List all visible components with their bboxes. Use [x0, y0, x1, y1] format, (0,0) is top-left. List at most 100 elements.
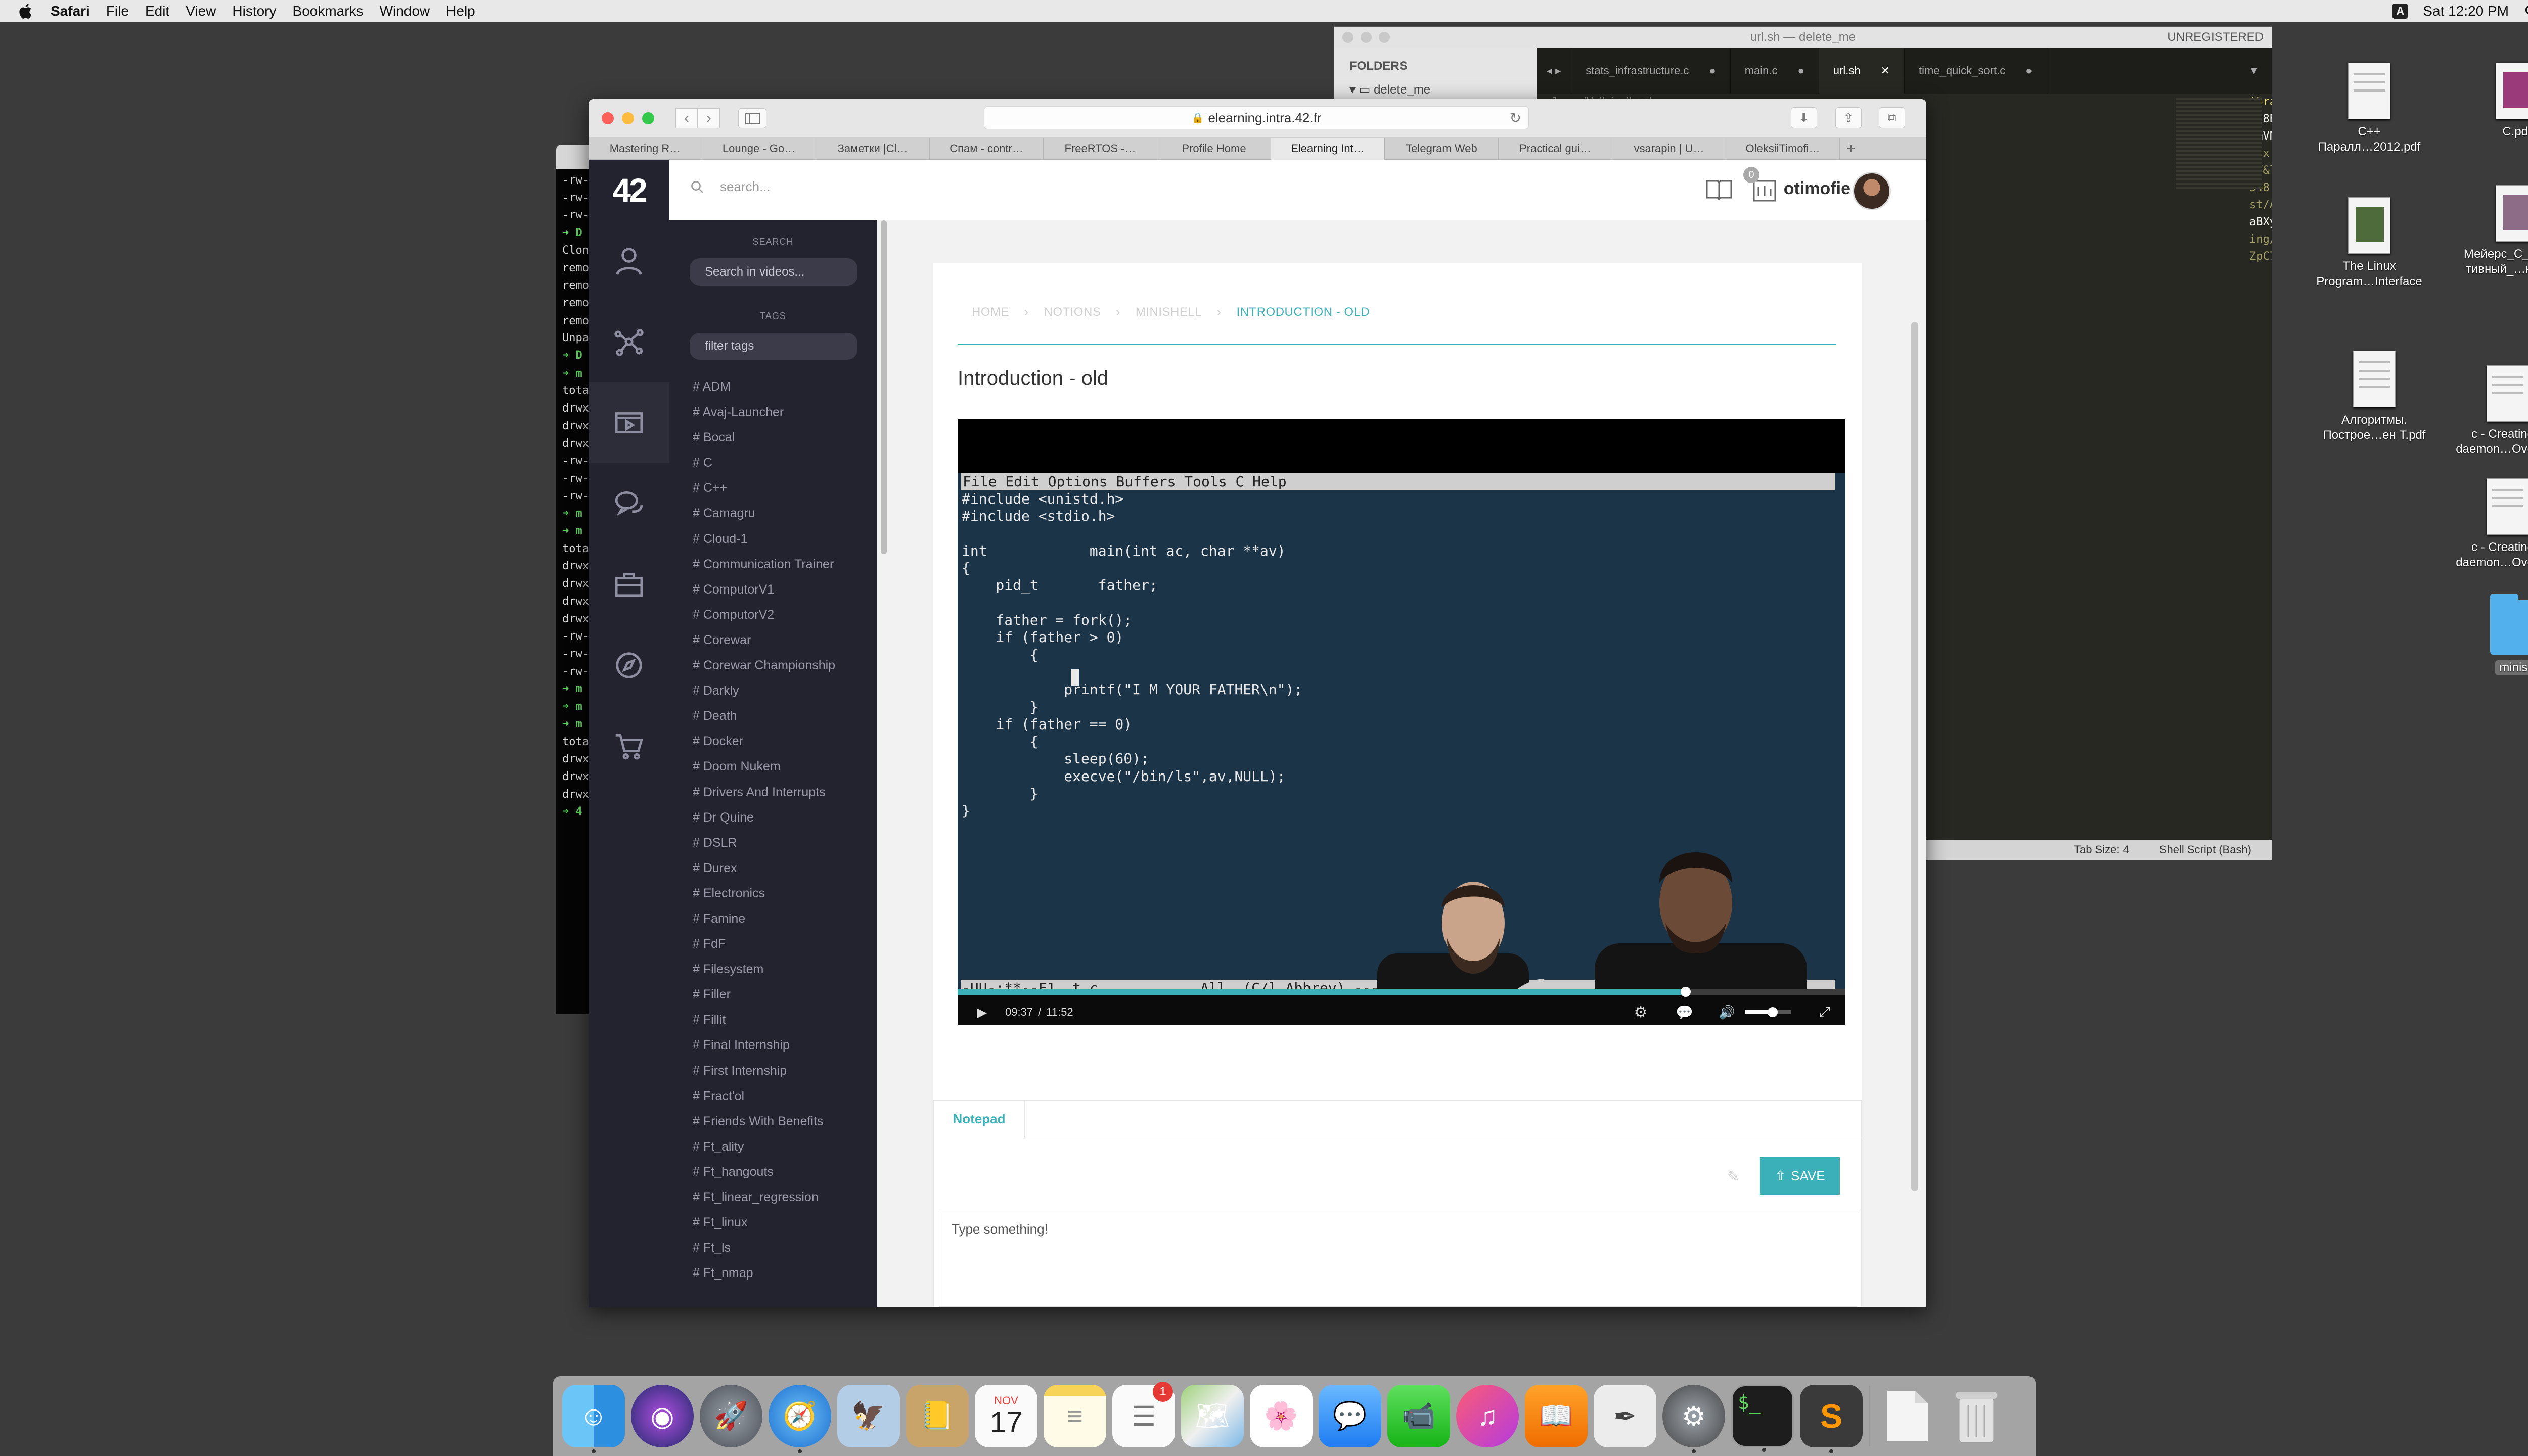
browser-tab[interactable]: OleksiiTimofi… [1726, 138, 1840, 160]
desktop-icon-pdf[interactable]: C.pdf [2456, 63, 2528, 140]
notepad-textarea[interactable]: Type something! [939, 1211, 1857, 1307]
tag-item[interactable]: # Cloud-1 [693, 526, 877, 552]
folder-item[interactable]: ▾ ▭ delete_me [1349, 82, 1537, 97]
volume-slider[interactable] [1745, 1007, 1791, 1017]
sublime-titlebar[interactable]: url.sh — delete_me UNREGISTERED [1334, 27, 2272, 48]
tag-item[interactable]: # Ft_ality [693, 1134, 877, 1159]
menu-bookmarks[interactable]: Bookmarks [293, 3, 364, 19]
tab-size[interactable]: Tab Size: 4 [2074, 843, 2129, 856]
dock-notebook[interactable]: 📒 [906, 1385, 969, 1447]
apple-menu-icon[interactable] [17, 2, 35, 20]
fullscreen-icon[interactable]: ⤢ [1819, 1004, 1830, 1021]
dock-reminders[interactable]: ☰ 1 [1112, 1382, 1175, 1447]
dock-finder[interactable]: ☺ [562, 1385, 625, 1453]
save-button[interactable]: ⇧ SAVE [1760, 1157, 1840, 1195]
dock-siri[interactable]: ◉ [631, 1385, 694, 1447]
nav-shop[interactable] [589, 706, 669, 787]
volume-icon[interactable]: 🔊 [1719, 1005, 1735, 1020]
close-tab-icon[interactable]: ✕ [1881, 64, 1890, 77]
tag-item[interactable]: # Fract'ol [693, 1083, 877, 1109]
nav-explore[interactable] [589, 625, 669, 706]
desktop-icon-pdf[interactable]: Мейерс_С_Эффек тивный_…ный.pdf [2456, 185, 2528, 277]
nav-elearning[interactable] [589, 382, 669, 463]
tag-item[interactable]: # Doom Nukem [693, 754, 877, 779]
filter-tags-input[interactable]: filter tags [690, 333, 857, 360]
menu-safari[interactable]: Safari [51, 3, 90, 19]
sublime-traffic-lights[interactable] [1342, 32, 1390, 43]
dock-calendar[interactable]: NOV 17 [975, 1385, 1037, 1447]
menu-view[interactable]: View [186, 3, 216, 19]
desktop-icon-webarchive[interactable]: c - Creating a daemon…Overflow [2447, 365, 2528, 457]
tag-item[interactable]: # Drivers And Interrupts [693, 780, 877, 805]
menu-history[interactable]: History [232, 3, 276, 19]
dock-trash[interactable] [1945, 1385, 2008, 1447]
tag-item[interactable]: # Ft_linear_regression [693, 1185, 877, 1210]
dock-maps[interactable]: 🗺 [1181, 1385, 1244, 1447]
user-login[interactable]: otimofie [1784, 179, 1850, 199]
tag-item[interactable]: # Friends With Benefits [693, 1109, 877, 1134]
tag-item[interactable]: # Dr Quine [693, 805, 877, 830]
browser-tab[interactable]: Mastering R… [589, 138, 702, 160]
dock-photos[interactable]: 🌸 [1250, 1385, 1313, 1447]
spotlight-icon[interactable] [2524, 4, 2528, 19]
tag-item[interactable]: # Filler [693, 982, 877, 1007]
site-search[interactable]: search... [690, 179, 771, 195]
book-icon[interactable] [1704, 175, 1734, 205]
tag-item[interactable]: # C++ [693, 475, 877, 500]
tab-dropdown-icon[interactable]: ▼ [2248, 64, 2260, 77]
tag-item[interactable]: # Communication Trainer [693, 552, 877, 577]
zoom-button[interactable] [1379, 32, 1390, 43]
nav-forum[interactable] [589, 463, 669, 544]
sublime-tab-active[interactable]: url.sh ✕ [1819, 48, 1905, 94]
dock-sublime[interactable]: S [1800, 1385, 1863, 1453]
menu-file[interactable]: File [106, 3, 129, 19]
tag-item[interactable]: # Filesystem [693, 957, 877, 982]
close-button[interactable] [1342, 32, 1353, 43]
browser-tab[interactable]: Telegram Web [1385, 138, 1499, 160]
play-icon[interactable]: ▶ [977, 1005, 987, 1020]
tag-item[interactable]: # Avaj-Launcher [693, 399, 877, 425]
desktop-icon-pdf[interactable]: The Linux Program…Interface [2309, 197, 2430, 289]
browser-tab[interactable]: Practical gui… [1499, 138, 1612, 160]
input-source-icon[interactable]: A [2392, 4, 2408, 19]
tag-item[interactable]: # Corewar [693, 627, 877, 653]
dock-document[interactable] [1876, 1385, 1939, 1447]
sublime-tab[interactable]: main.c ● [1731, 48, 1819, 94]
sidebar-toggle-button[interactable] [738, 108, 766, 128]
sublime-tab[interactable]: time_quick_sort.c ● [1905, 48, 2047, 94]
tag-item[interactable]: # Famine [693, 906, 877, 931]
browser-tab[interactable]: FreeRTOS -… [1044, 138, 1157, 160]
breadcrumb-notions[interactable]: NOTIONS [1044, 305, 1101, 320]
tag-item[interactable]: # Corewar Championship [693, 653, 877, 678]
tag-item[interactable]: # Ft_nmap [693, 1260, 877, 1286]
nav-companies[interactable] [589, 544, 669, 625]
dock-textedit[interactable]: ✒ [1594, 1385, 1656, 1447]
tag-item[interactable]: # Docker [693, 729, 877, 754]
tab-notepad[interactable]: Notepad [934, 1101, 1025, 1139]
forward-button[interactable]: › [698, 108, 720, 128]
dock-mail[interactable]: 🦅 [837, 1385, 900, 1447]
reload-icon[interactable]: ↻ [1510, 110, 1521, 126]
nav-projects[interactable] [589, 301, 669, 382]
tag-item[interactable]: # Darkly [693, 678, 877, 703]
tab-nav-arrows[interactable]: ◂ ▸ [1537, 48, 1572, 94]
tag-item[interactable]: # ADM [693, 374, 877, 399]
browser-tab[interactable]: Заметки |Cl… [816, 138, 930, 160]
safari-traffic-lights[interactable] [602, 112, 654, 124]
video-player[interactable]: File Edit Options Buffers Tools C Help #… [958, 419, 1845, 1025]
tag-item[interactable]: # Final Internship [693, 1032, 877, 1058]
tags-scrollbar[interactable] [881, 220, 887, 554]
dock-system-preferences[interactable]: ⚙ [1662, 1385, 1725, 1453]
tag-item[interactable]: # ComputorV1 [693, 577, 877, 602]
menu-help[interactable]: Help [446, 3, 475, 19]
menu-window[interactable]: Window [380, 3, 430, 19]
dock-messages[interactable]: 💬 [1319, 1385, 1381, 1447]
tag-item[interactable]: # C [693, 450, 877, 475]
browser-tab[interactable]: vsarapin | U… [1612, 138, 1726, 160]
tag-item[interactable]: # DSLR [693, 830, 877, 855]
desktop-icon-folder[interactable]: minishell [2462, 594, 2528, 675]
search-videos-input[interactable]: Search in videos... [690, 258, 857, 286]
desktop-icon-pdf[interactable]: C++ Паралл…2012.pdf [2309, 63, 2430, 155]
tag-item[interactable]: # Camagru [693, 500, 877, 526]
settings-gear-icon[interactable]: ⚙ [1634, 1004, 1647, 1021]
